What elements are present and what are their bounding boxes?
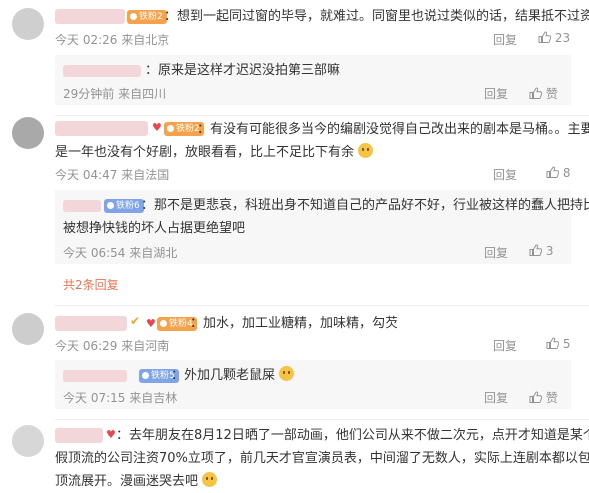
username-blurred[interactable] (55, 9, 125, 24)
heart-icon: ♥ (146, 317, 156, 330)
comment-meta: 今天 06:29 来自河南 (55, 339, 170, 353)
username-blurred[interactable] (55, 121, 148, 136)
reply-button[interactable]: 回复 (484, 389, 508, 406)
comment-meta: 今天 02:26 来自北京 (55, 33, 170, 47)
badge-icon (160, 320, 167, 327)
avatar[interactable] (12, 8, 44, 40)
comment-text-line1: ：去年朋友在8月12日晒了一部动画，他们公司从来不做二次元，点开才知道是某个 (116, 428, 589, 443)
fan-badge: 铁粉2 (127, 10, 167, 24)
username-blurred[interactable] (55, 428, 103, 443)
divider (55, 419, 589, 420)
username-blurred[interactable] (63, 65, 141, 77)
view-more-replies-link[interactable]: 共2条回复 (63, 276, 119, 293)
divider (55, 115, 589, 116)
comment-text: ：想到一起同过窗的毕导，就难过。同窗里也说过类似的话，结果抵不过资本 (164, 9, 589, 24)
smiley-emoji-icon (279, 366, 295, 381)
divider (55, 305, 589, 306)
comment-text-line2: 是一年也没有个好剧，放眼看看，比上不足比下有余 (55, 141, 374, 164)
like-count: 5 (562, 337, 571, 351)
reply-text: ：原来是这样才迟迟没拍第三部嘛 (145, 63, 341, 78)
reply-text-line1: ：那不是更悲哀，科班出身不知道自己的产品好不好，行业被这样的蠢人把持比 (141, 198, 589, 213)
smiley-emoji-icon (202, 472, 218, 487)
thumbs-up-icon (529, 244, 542, 256)
comment-text-line3: 顶流展开。漫画迷哭去吧 (55, 470, 218, 493)
heart-icon: ♥ (106, 428, 116, 441)
like-label: 赞 (545, 391, 558, 405)
avatar[interactable] (12, 117, 44, 149)
comment-text-line1: ：有没有可能很多当今的编剧没觉得自己改出来的剧本是马桶。。主要 (197, 122, 589, 137)
like-button[interactable]: 3 (529, 244, 553, 258)
like-count: 23 (554, 31, 571, 45)
badge-icon (130, 13, 137, 20)
verified-v-icon: ✔ (130, 314, 141, 328)
thumbs-up-icon (529, 87, 542, 99)
reply-button[interactable]: 回复 (493, 337, 517, 354)
badge-icon (107, 202, 114, 209)
reply-meta: 今天 06:54 来自湖北 (63, 246, 178, 260)
username-blurred[interactable] (55, 316, 127, 331)
like-count: 3 (545, 244, 554, 258)
like-button[interactable]: 23 (538, 31, 570, 45)
smiley-emoji-icon (358, 143, 374, 158)
thumbs-up-icon (538, 31, 551, 43)
like-button[interactable]: 8 (546, 166, 570, 180)
reply-meta: 29分钟前 来自四川 (63, 87, 167, 101)
badge-icon (142, 372, 149, 379)
avatar[interactable] (12, 425, 44, 457)
thumbs-up-icon (529, 391, 542, 403)
like-label: 赞 (545, 87, 558, 101)
username-blurred[interactable] (63, 200, 101, 212)
reply-button[interactable]: 回复 (484, 85, 508, 102)
reply-meta: 今天 07:15 来自吉林 (63, 391, 178, 405)
like-count: 8 (562, 166, 571, 180)
reply-button[interactable]: 回复 (493, 31, 517, 48)
heart-icon: ♥ (152, 121, 162, 134)
comment-text: ：加水，加工业糖精，加味精，勾芡 (190, 316, 399, 331)
badge-icon (167, 125, 174, 132)
avatar[interactable] (12, 313, 44, 345)
like-button[interactable]: 5 (546, 337, 570, 351)
thumbs-up-icon (546, 166, 559, 178)
like-button[interactable]: 赞 (529, 85, 558, 102)
comment-text-line2: 假顶流的公司注资70%立项了，前几天才官宣演员表，中间溜了无数人，实际上连剧本都… (55, 451, 589, 466)
reply-text-line2: 被想挣快钱的坏人占据更绝望吧 (63, 221, 246, 236)
fan-badge: 铁粉6 (104, 199, 144, 213)
username-blurred[interactable] (63, 370, 127, 382)
comment-meta: 今天 04:47 来自法国 (55, 168, 170, 182)
like-button[interactable]: 赞 (529, 389, 558, 406)
reply-button[interactable]: 回复 (484, 244, 508, 261)
reply-text: ：外加几颗老鼠屎 (171, 364, 295, 387)
reply-button[interactable]: 回复 (493, 166, 517, 183)
thumbs-up-icon (546, 337, 559, 349)
